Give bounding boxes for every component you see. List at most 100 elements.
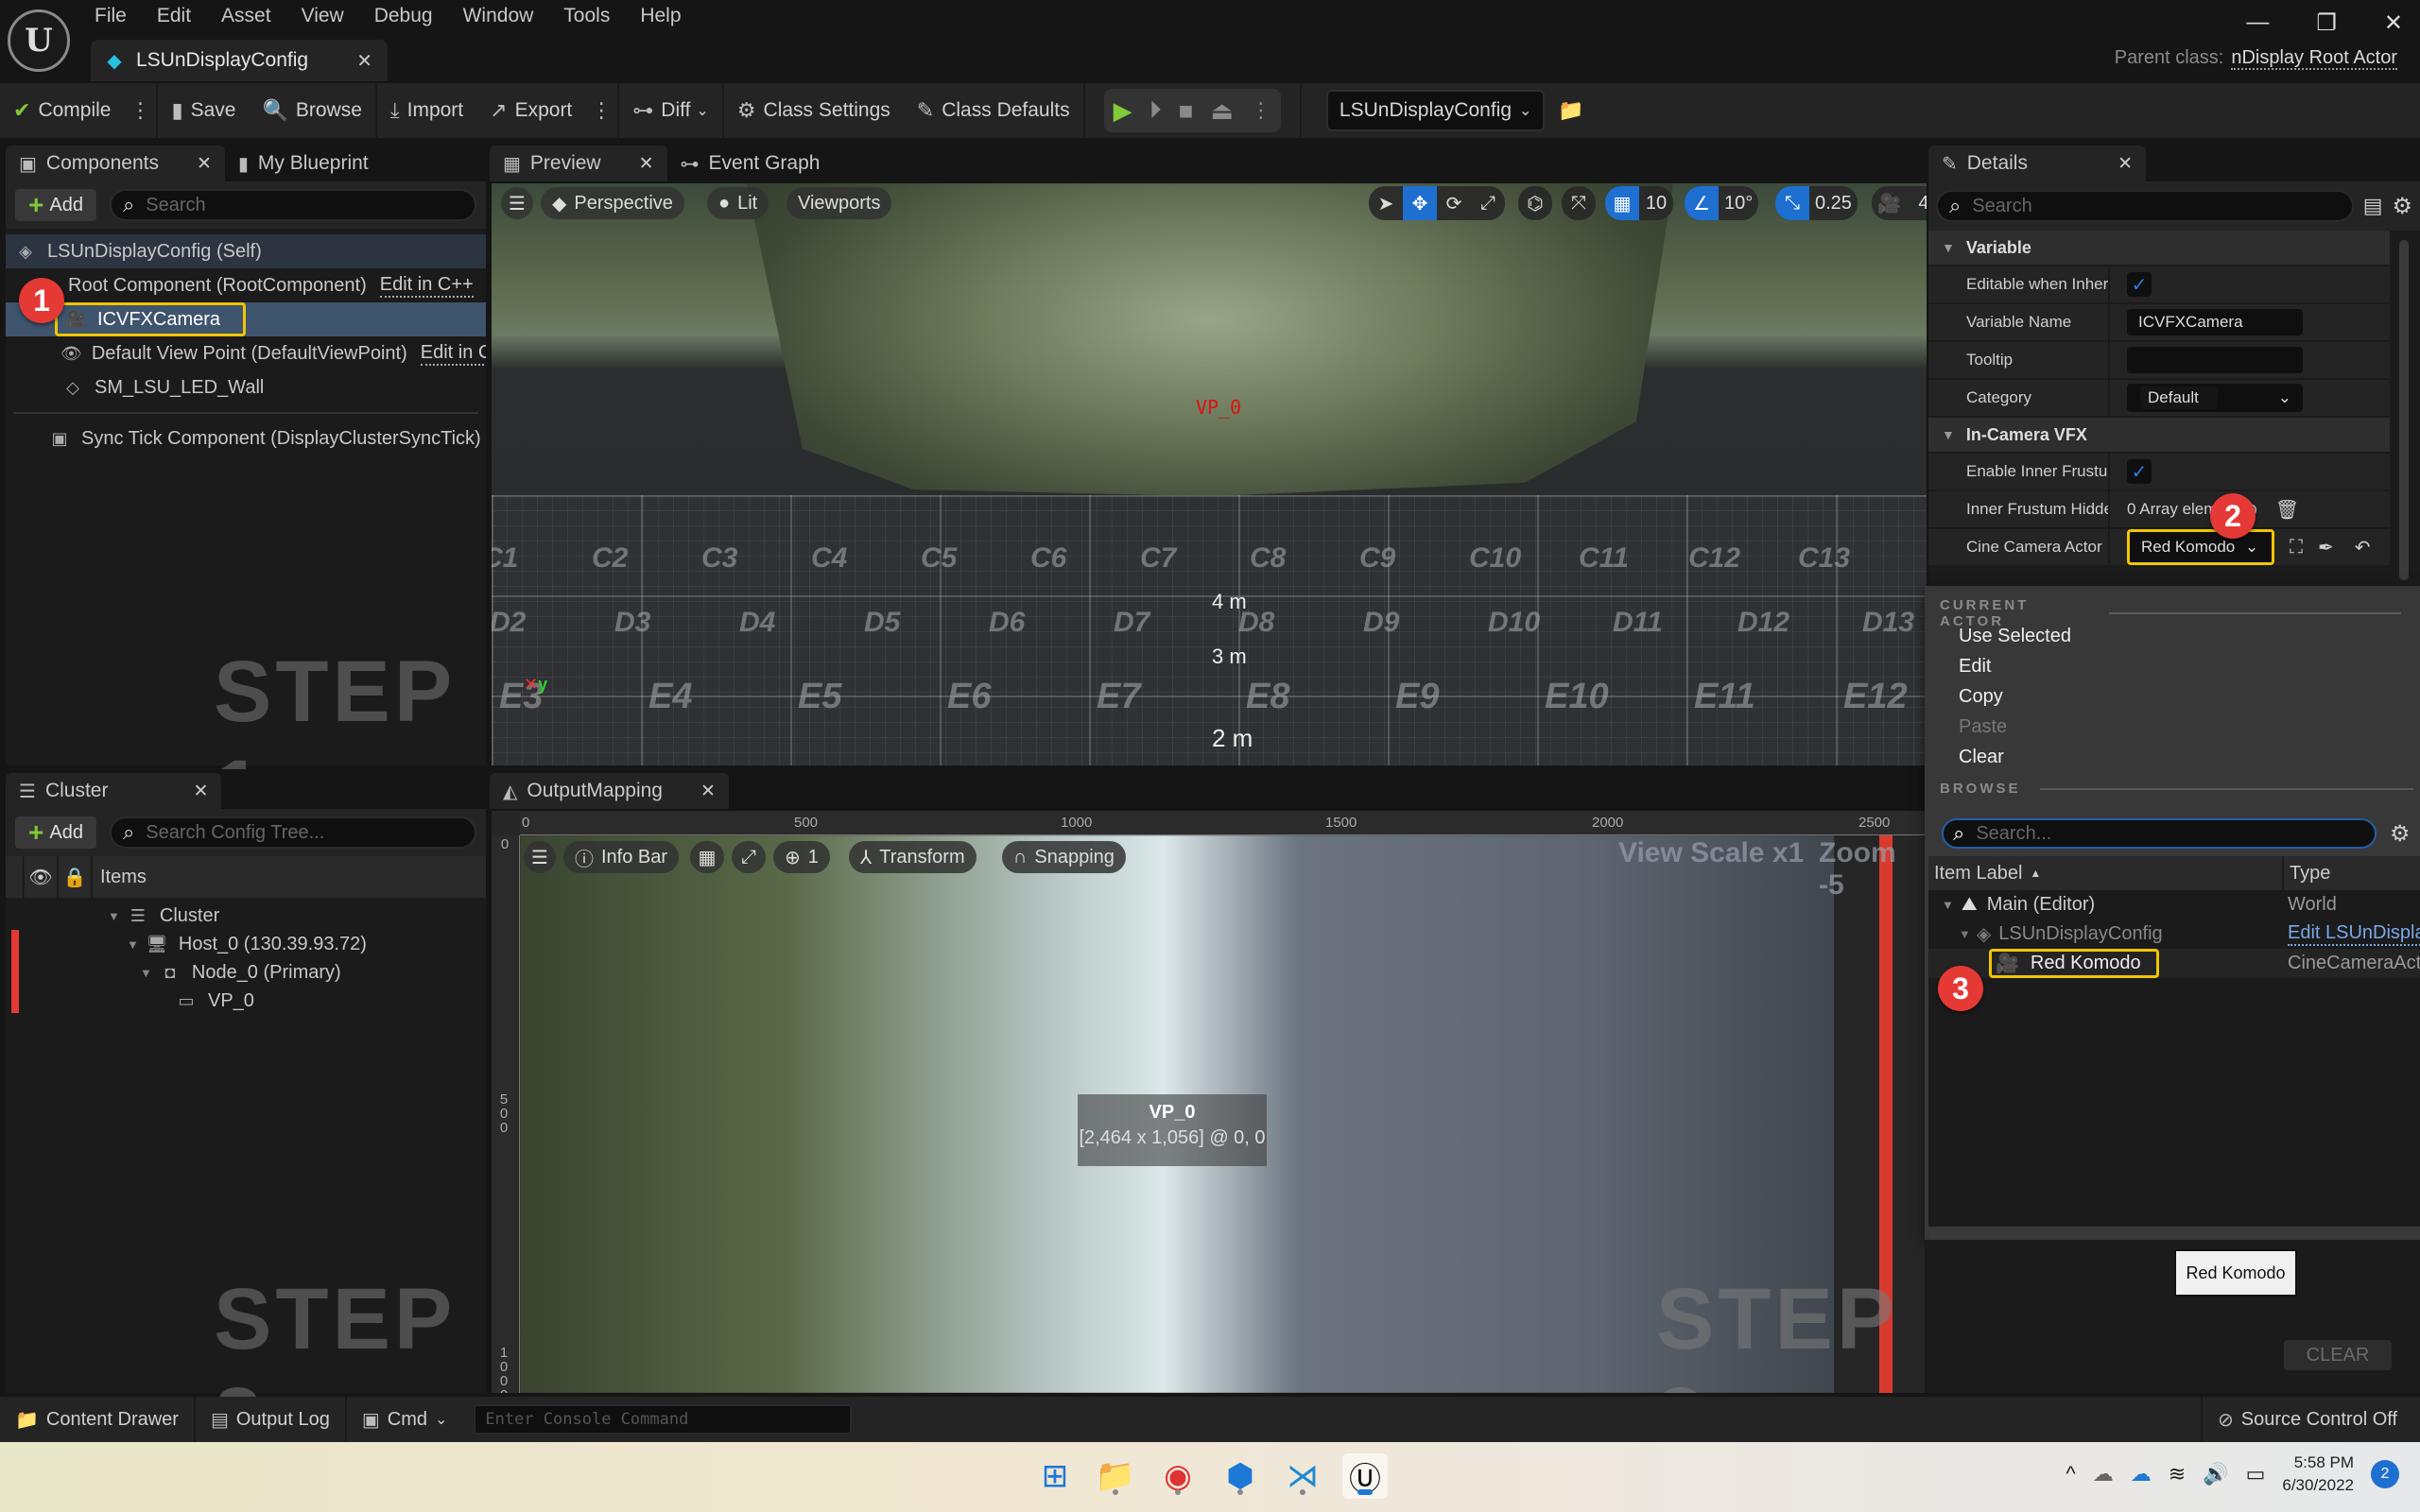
menu-view[interactable]: View	[302, 4, 365, 28]
fit-view-button[interactable]: ⤢	[732, 841, 766, 873]
menu-help[interactable]: Help	[640, 4, 701, 28]
close-window-icon[interactable]: ✕	[2384, 9, 2403, 37]
volume-icon[interactable]: 🔊	[2203, 1462, 2228, 1486]
add-component-button[interactable]: + Add	[15, 189, 96, 221]
tab-output-mapping[interactable]: ◭ OutputMapping ✕	[490, 773, 729, 809]
menu-use-selected[interactable]: Use Selected	[1959, 626, 2071, 647]
scale-snap-value[interactable]: 0.25	[1809, 186, 1858, 220]
tab-components[interactable]: ▣ Components ✕	[6, 146, 225, 181]
tree-item-default-view-point[interactable]: 👁 Default View Point (DefaultViewPoint) Ed…	[6, 336, 486, 370]
expand-arrow-icon[interactable]: ▼	[127, 937, 139, 952]
export-options-icon[interactable]: ⋮	[585, 98, 617, 123]
content-drawer-button[interactable]: 📁 Content Drawer	[0, 1397, 196, 1442]
viewports-button[interactable]: Viewports	[786, 187, 892, 219]
actor-search-input[interactable]: ⌕ Search...	[1942, 818, 2377, 849]
menu-window[interactable]: Window	[463, 4, 555, 28]
editable-when-inherited-checkbox[interactable]: ✓	[2127, 272, 2152, 297]
category-combo[interactable]: Default ⌄	[2127, 384, 2303, 412]
camera-speed-icon[interactable]: 🎥	[1872, 186, 1907, 220]
perspective-button[interactable]: ◆ Perspective	[541, 187, 684, 219]
eject-icon[interactable]: ⏏	[1210, 96, 1234, 126]
edit-blueprint-link[interactable]: Edit LSUnDisplayConfig	[2288, 922, 2420, 946]
tab-event-graph[interactable]: ⊶ Event Graph	[667, 146, 834, 181]
edit-in-cpp-link[interactable]: Edit in C++	[379, 274, 474, 298]
expand-arrow-icon[interactable]: ▼	[1942, 898, 1954, 912]
console-command-input[interactable]: Enter Console Command	[474, 1404, 853, 1435]
section-in-camera-vfx[interactable]: ▼ In-Camera VFX	[1928, 418, 2390, 454]
close-icon[interactable]: ✕	[193, 781, 208, 802]
trash-icon[interactable]: 🗑	[2275, 498, 2299, 522]
minimize-icon[interactable]: —	[2246, 9, 2269, 37]
rotation-snap-value[interactable]: 10°	[1719, 186, 1758, 220]
tab-my-blueprint[interactable]: ▮ My Blueprint	[225, 146, 382, 181]
battery-icon[interactable]: ▭	[2246, 1462, 2266, 1486]
close-icon[interactable]: ✕	[700, 781, 716, 802]
menu-edit[interactable]: Edit	[1959, 656, 1991, 678]
components-search-input[interactable]: ⌕ Search	[109, 189, 476, 221]
transform-button[interactable]: ⅄ Transform	[849, 841, 977, 873]
zoom-button[interactable]: ⊕ 1	[773, 841, 830, 873]
tree-item-led-wall[interactable]: ◇ SM_LSU_LED_Wall	[6, 370, 486, 404]
restore-icon[interactable]: ❐	[2316, 9, 2337, 37]
class-defaults-button[interactable]: ✎ Class Defaults	[904, 82, 1083, 139]
grid-snap-icon[interactable]: ▦	[1605, 186, 1639, 220]
select-arrow-icon[interactable]: ➤	[1369, 186, 1403, 220]
property-matrix-icon[interactable]: ▤	[2363, 194, 2383, 218]
menu-file[interactable]: File	[95, 4, 147, 28]
info-bar-button[interactable]: ⓘ Info Bar	[563, 841, 680, 873]
cmd-button[interactable]: ▣ Cmd ⌄	[347, 1397, 463, 1442]
tree-item-viewport[interactable]: ▭ VP_0	[6, 987, 486, 1015]
parent-class-link[interactable]: nDisplay Root Actor	[2231, 47, 2397, 70]
clock[interactable]: 5:58 PM 6/30/2022	[2282, 1452, 2354, 1497]
picker-settings-gear-icon[interactable]: ⚙	[2390, 820, 2411, 848]
unreal-logo-icon[interactable]: U	[8, 9, 70, 72]
clear-button[interactable]: CLEAR	[2284, 1340, 2392, 1370]
camera-speed-value[interactable]: 4	[1907, 186, 1927, 220]
cluster-search-input[interactable]: ⌕ Search Config Tree...	[109, 816, 476, 849]
close-icon[interactable]: ✕	[356, 49, 372, 73]
section-variable[interactable]: ▼ Variable	[1928, 231, 2390, 266]
unreal-engine-taskbar-icon[interactable]: Ⓤ	[1342, 1453, 1388, 1499]
tab-details[interactable]: ✎ Details ✕	[1928, 146, 2146, 181]
menu-tools[interactable]: Tools	[563, 4, 631, 28]
menu-edit[interactable]: Edit	[157, 4, 212, 28]
step-icon[interactable]: ⏵	[1150, 95, 1162, 126]
edit-in-cpp-link[interactable]: Edit in C++	[420, 342, 486, 366]
source-control-button[interactable]: ⊘ Source Control Off	[2200, 1397, 2420, 1442]
cine-camera-actor-combo[interactable]: Red Komodo ⌄	[2127, 529, 2274, 565]
vscode-icon[interactable]: ⋊	[1280, 1453, 1325, 1499]
add-cluster-item-button[interactable]: + Add	[15, 816, 96, 849]
details-scrollbar[interactable]	[2399, 240, 2409, 580]
tree-item-cluster[interactable]: ▼ ☰ Cluster	[6, 902, 486, 930]
browse-button[interactable]: 🔍 Browse	[249, 82, 374, 139]
find-in-browser-icon[interactable]: 📁	[1558, 98, 1583, 123]
tree-item-node[interactable]: ▼ ◘ Node_0 (Primary)	[6, 958, 486, 987]
close-icon[interactable]: ✕	[197, 153, 212, 175]
import-button[interactable]: ⤓ Import	[377, 82, 476, 139]
details-search-input[interactable]: ⌕ Search	[1936, 190, 2354, 222]
preview-viewport[interactable]: VP_0 C1 C2 C3 C4 C5 C6 C7 C8 C9 C10 C11 C12 C13 D2 D3 D…	[492, 183, 1927, 765]
windows-start-icon[interactable]: ⊞	[1032, 1453, 1078, 1499]
class-settings-button[interactable]: ⚙ Class Settings	[724, 82, 904, 139]
rotation-snap-icon[interactable]: ∠	[1685, 186, 1719, 220]
debug-object-select[interactable]: LSUnDisplayConfig ⌄	[1325, 90, 1546, 131]
translate-icon[interactable]: ✥	[1403, 186, 1437, 220]
output-log-button[interactable]: ▤ Output Log	[196, 1397, 347, 1442]
picker-row-red-komodo[interactable]: 🎥 Red Komodo CineCameraActor	[1928, 949, 2420, 978]
expand-arrow-icon[interactable]: ▼	[140, 966, 152, 980]
compile-button[interactable]: ✔ Compile	[0, 82, 124, 139]
settings-gear-icon[interactable]: ⚙	[2392, 193, 2412, 220]
world-space-icon[interactable]: ⌬	[1518, 186, 1552, 220]
canvas-options-button[interactable]: ☰	[524, 841, 556, 873]
menu-debug[interactable]: Debug	[374, 4, 454, 28]
export-button[interactable]: ↗ Export	[476, 82, 585, 139]
picker-row-ndisplay-config[interactable]: ▼ ◈ LSUnDisplayConfig Edit LSUnDisplayConfi…	[1928, 919, 2420, 949]
chrome-icon[interactable]: ◉	[1155, 1453, 1201, 1499]
select-actor-icon[interactable]: ⛶	[2290, 537, 2303, 558]
enable-inner-frustum-checkbox[interactable]: ✓	[2127, 459, 2152, 484]
menu-asset[interactable]: Asset	[221, 4, 292, 28]
output-mapping-canvas[interactable]: 0 500 1000 1500 2000 2500 0 500 1000 ☰ ⓘ…	[492, 811, 1927, 1393]
scale-icon[interactable]: ⤢	[1471, 186, 1505, 220]
eyedropper-icon[interactable]: ✒	[2318, 536, 2334, 559]
reset-arrow-icon[interactable]: ↶	[2355, 536, 2371, 559]
